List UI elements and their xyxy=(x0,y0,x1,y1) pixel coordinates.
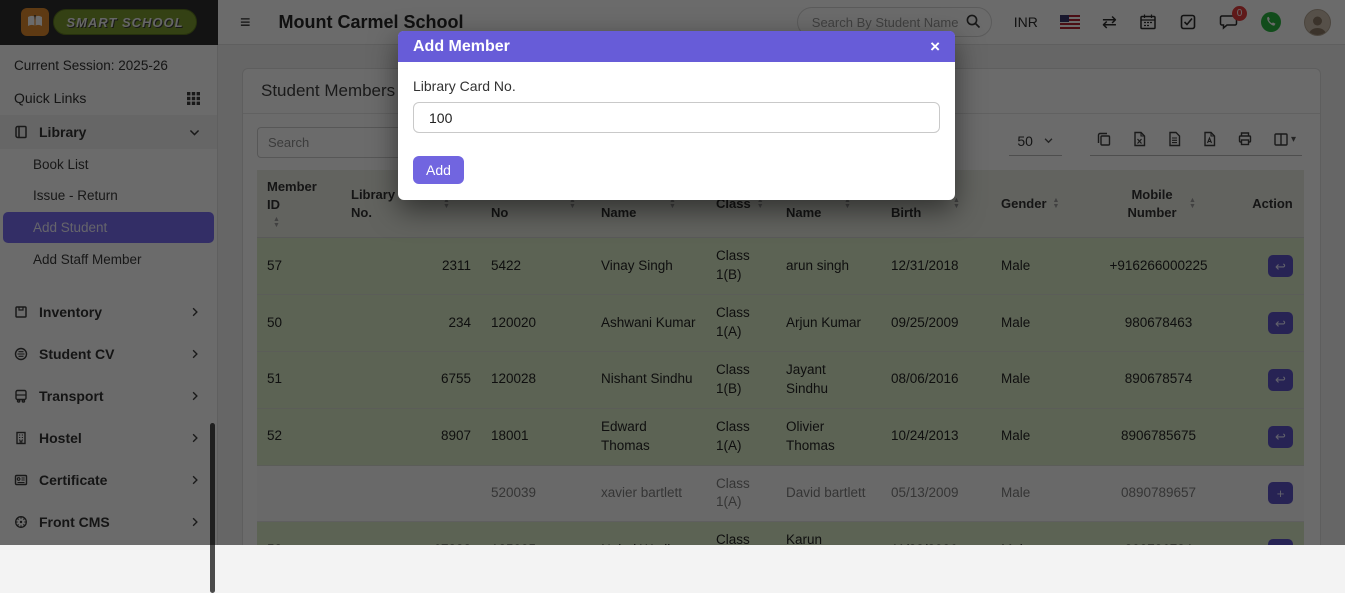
modal-header: Add Member × xyxy=(398,31,955,62)
library-card-no-label: Library Card No. xyxy=(413,78,516,94)
library-card-no-input[interactable] xyxy=(413,102,940,133)
modal-title: Add Member xyxy=(413,37,510,55)
app-root: SMART SCHOOL ≡ Mount Carmel School INR ⇄ xyxy=(0,0,1345,593)
modal-body: Library Card No. Add xyxy=(398,62,955,200)
add-button[interactable]: Add xyxy=(413,156,464,184)
close-icon[interactable]: × xyxy=(930,38,940,55)
add-member-modal: Add Member × Library Card No. Add xyxy=(398,31,955,200)
